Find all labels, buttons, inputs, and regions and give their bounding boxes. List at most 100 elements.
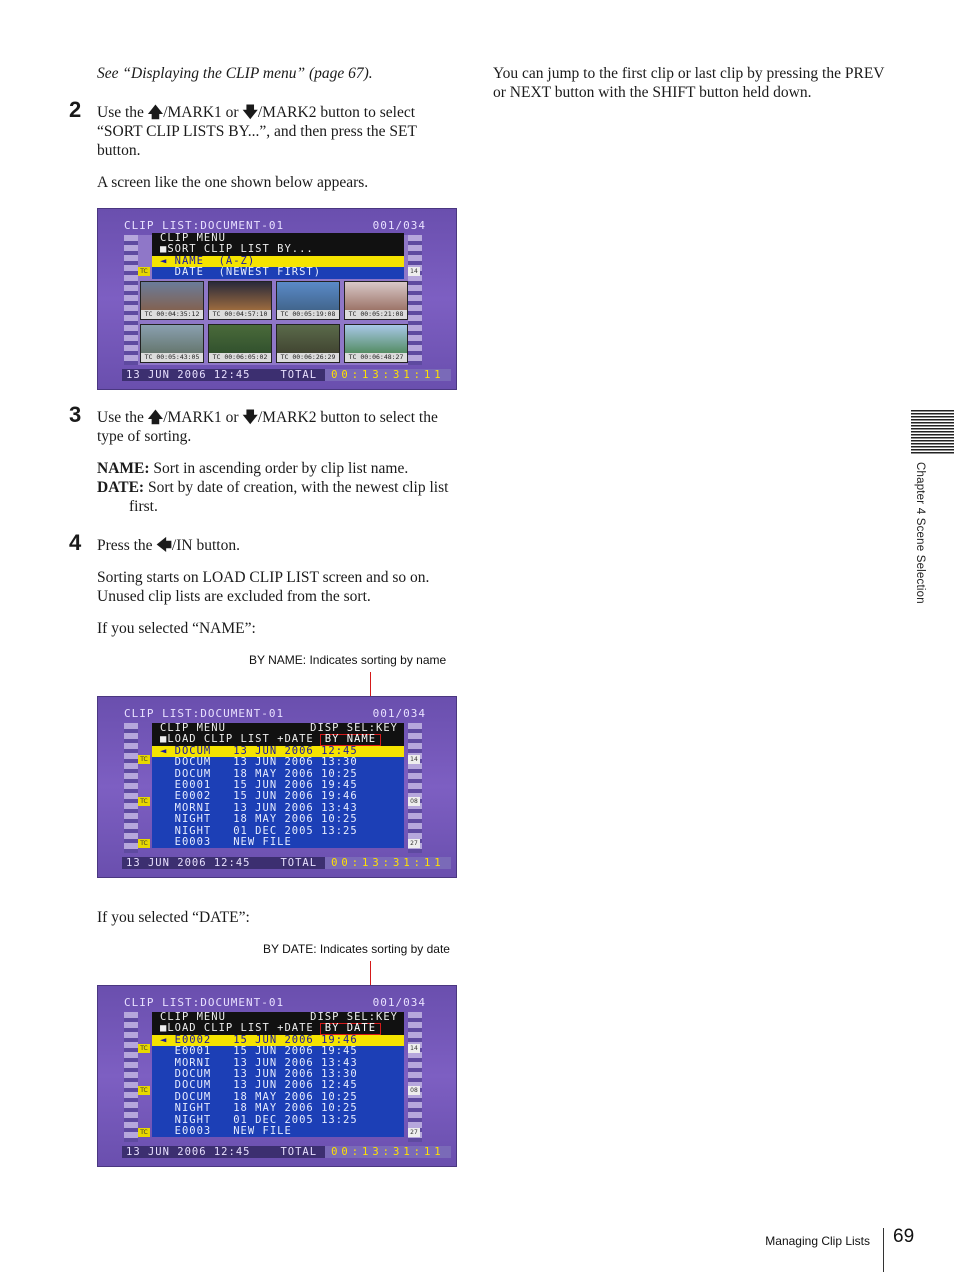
tc-tag: TC [138, 1086, 150, 1095]
menu-item-date-sort[interactable]: DATE (NEWEST FIRST) [152, 266, 404, 279]
thumbnail-grid: TC 00:04:35:12 TC 00:04:57:10 TC 00:05:1… [140, 281, 408, 363]
footer-total-label: TOTAL [280, 369, 318, 381]
step-2-text-a: Use the [97, 104, 148, 121]
footer-divider [883, 1228, 884, 1272]
thumbnail: TC 00:06:26:29 [276, 324, 340, 363]
index-tag: 27 [408, 839, 420, 848]
load-clip-list-by-date-screen: CLIP LIST:DOCUMENT-01 001/034 TC 14 TC 0… [97, 985, 457, 1167]
callout-by-date: BY DATE: Indicates sorting by date [263, 942, 450, 956]
clip-list-row[interactable]: DOCUM 13 JUN 2006 13:30 [152, 756, 404, 769]
tc-tag: TC [138, 797, 150, 806]
index-tag: 14 [408, 755, 420, 764]
tc-tag: TC [138, 755, 150, 764]
thumb-timecode: TC 00:05:43:05 [141, 353, 203, 362]
step-number-4: 4 [69, 530, 82, 555]
screen-footer: 13 JUN 2006 12:45 TOTAL 00:13:31:11 [122, 857, 451, 869]
thumbnail: TC 00:05:43:05 [140, 324, 204, 363]
cross-reference: See “Displaying the CLIP menu” (page 67)… [97, 65, 373, 82]
thumbnail: TC 00:05:21:08 [344, 281, 408, 320]
footer-date: 13 JUN 2006 12:45 [126, 857, 251, 869]
filmstrip-right [408, 235, 422, 365]
index-tag: 14 [408, 267, 420, 276]
clip-list-row[interactable]: NIGHT 18 MAY 2006 10:25 [152, 1102, 404, 1115]
def-term: NAME: [97, 460, 150, 477]
sort-menu: CLIP MENU ■SORT CLIP LIST BY... ◄ NAME (… [152, 232, 404, 279]
clip-counter: 001/034 [372, 707, 426, 720]
page-number: 69 [893, 1226, 915, 1247]
screen-header: CLIP LIST:DOCUMENT-01 001/034 [124, 707, 426, 721]
filmstrip-left [124, 235, 138, 365]
up-arrow-icon: 🡅 [147, 408, 164, 426]
screen-footer: 13 JUN 2006 12:45 TOTAL 00:13:31:11 [122, 369, 451, 381]
clip-list-row[interactable]: E0003 NEW FILE [152, 1125, 404, 1138]
clip-counter: 001/034 [372, 219, 426, 232]
definition-date: DATE: Sort by date of creation, with the… [97, 478, 459, 516]
load-clip-list-by-name-screen: CLIP LIST:DOCUMENT-01 001/034 TC 14 TC 0… [97, 696, 457, 878]
screen-header: CLIP LIST:DOCUMENT-01 001/034 [124, 219, 426, 233]
callout-by-name: BY NAME: Indicates sorting by name [249, 653, 447, 667]
thumb-timecode: TC 00:06:26:29 [277, 353, 339, 362]
clip-list-row[interactable]: E0003 NEW FILE [152, 836, 404, 849]
step-2-note: A screen like the one shown below appear… [97, 174, 369, 191]
filmstrip-right [408, 723, 422, 853]
screen-footer: 13 JUN 2006 12:45 TOTAL 00:13:31:11 [122, 1146, 451, 1158]
clip-counter: 001/034 [372, 996, 426, 1009]
tc-tag: TC [138, 1128, 150, 1137]
index-tag: 14 [408, 1044, 420, 1053]
left-arrow-icon: 🡄 [156, 536, 172, 554]
footer-total-value: 00:13:31:11 [325, 369, 451, 381]
index-tag: 08 [408, 1086, 420, 1095]
if-date-heading: If you selected “DATE”: [97, 909, 250, 926]
clip-list-row[interactable]: E0001 15 JUN 2006 19:45 [152, 1045, 404, 1058]
thumbnail: TC 00:05:19:08 [276, 281, 340, 320]
filmstrip-left [124, 1012, 138, 1142]
load-clip-list-menu: CLIP MENU DISP SEL:KEY ■LOAD CLIP LIST +D… [152, 1011, 404, 1138]
step-2-text: Use the 🡅/MARK1 or 🡇/MARK2 button to sel… [97, 103, 459, 160]
step-3-text: Use the 🡅/MARK1 or 🡇/MARK2 button to sel… [97, 408, 459, 446]
step-3-text-a: Use the [97, 409, 148, 426]
tc-tag: TC [138, 267, 150, 276]
index-tag: 27 [408, 1128, 420, 1137]
footer-total-label: TOTAL [280, 857, 318, 869]
thumbnail: TC 00:04:57:10 [208, 281, 272, 320]
def-term: DATE: [97, 479, 145, 496]
clip-list-title: CLIP LIST:DOCUMENT-01 [124, 219, 285, 232]
step-3-text-b: /MARK1 or [163, 409, 243, 426]
up-arrow-icon: 🡅 [147, 103, 164, 121]
footer-section-label: Managing Clip Lists [765, 1234, 870, 1248]
screen-header: CLIP LIST:DOCUMENT-01 001/034 [124, 996, 426, 1010]
tc-tag: TC [138, 839, 150, 848]
step-4-text: Press the 🡄/IN button. [97, 536, 459, 555]
load-clip-list-menu: CLIP MENU DISP SEL:KEY ■LOAD CLIP LIST +D… [152, 722, 404, 849]
down-arrow-icon: 🡇 [242, 103, 258, 121]
thumb-timecode: TC 00:06:48:27 [345, 353, 407, 362]
footer-total-value: 00:13:31:11 [325, 857, 451, 869]
sort-menu-screen: CLIP LIST:DOCUMENT-01 001/034 TC 14 TC 0… [97, 208, 457, 390]
right-column-text: You can jump to the first clip or last c… [493, 65, 885, 101]
clip-list-title: CLIP LIST:DOCUMENT-01 [124, 996, 285, 1009]
thumbnail: TC 00:06:48:27 [344, 324, 408, 363]
if-name-heading: If you selected “NAME”: [97, 620, 256, 637]
chapter-label: Chapter 4 Scene Selection [914, 462, 926, 604]
step-number-2: 2 [69, 97, 82, 122]
thumb-timecode: TC 00:05:19:08 [277, 310, 339, 319]
definition-name: NAME: Sort in ascending order by clip li… [97, 459, 459, 478]
step-2-text-b: /MARK1 or [163, 104, 243, 121]
thumb-timecode: TC 00:04:57:10 [209, 310, 271, 319]
tc-tag: TC [138, 1044, 150, 1053]
footer-total-value: 00:13:31:11 [325, 1146, 451, 1158]
step-4-text-b: /IN button. [171, 537, 240, 554]
footer-total-label: TOTAL [280, 1146, 318, 1158]
step-4-text-a: Press the [97, 537, 157, 554]
thumb-timecode: TC 00:06:05:02 [209, 353, 271, 362]
thumbnail: TC 00:04:35:12 [140, 281, 204, 320]
index-tag: 08 [408, 797, 420, 806]
footer-date: 13 JUN 2006 12:45 [126, 1146, 251, 1158]
clip-list-row[interactable]: NIGHT 18 MAY 2006 10:25 [152, 813, 404, 826]
filmstrip-left [124, 723, 138, 853]
thumbnail: TC 00:06:05:02 [208, 324, 272, 363]
step-number-3: 3 [69, 402, 82, 427]
chapter-tab-marker [911, 410, 954, 454]
sort-definitions: NAME: Sort in ascending order by clip li… [97, 459, 459, 516]
thumb-timecode: TC 00:04:35:12 [141, 310, 203, 319]
